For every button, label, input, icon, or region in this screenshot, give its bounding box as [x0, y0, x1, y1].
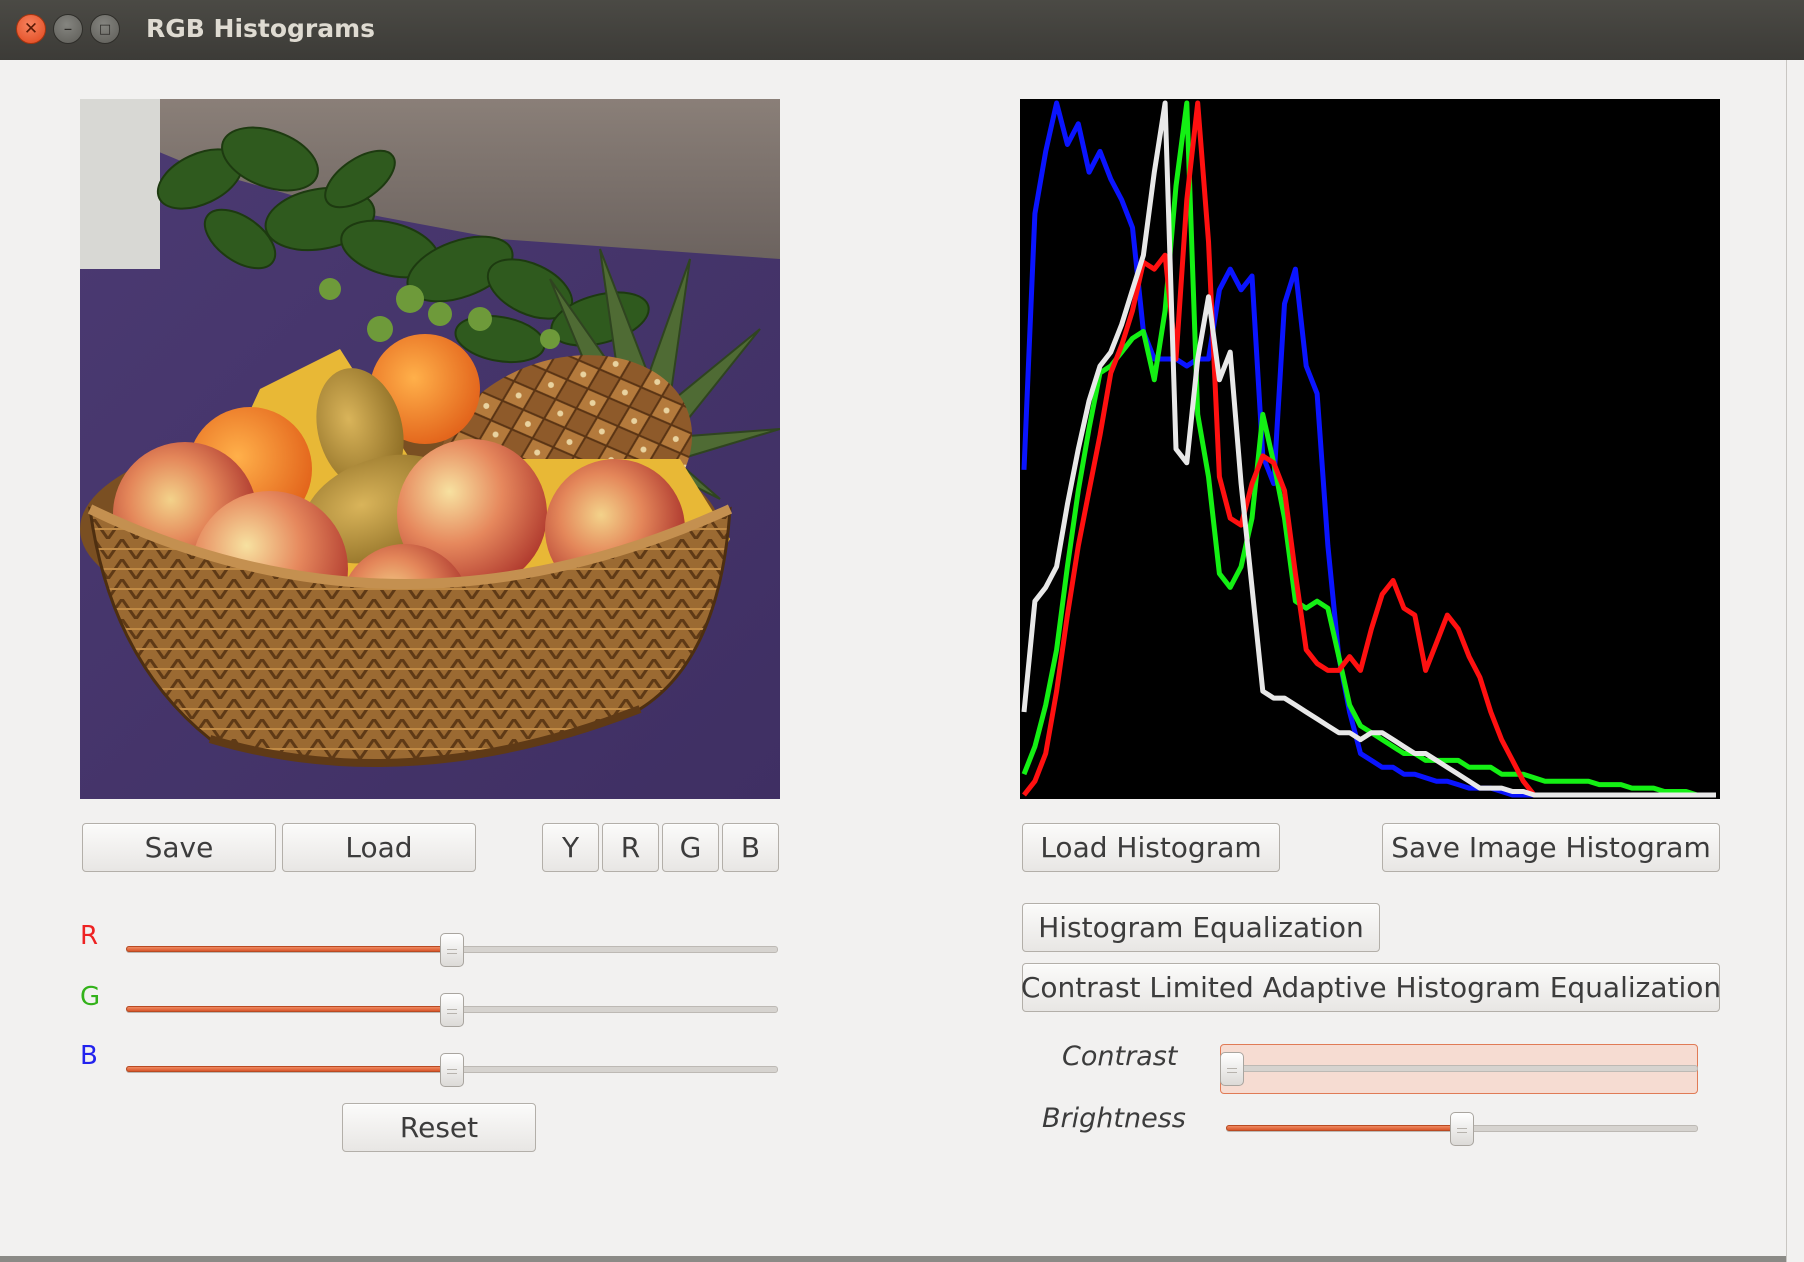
histogram-chart — [1020, 99, 1720, 799]
slider-fill — [1226, 1125, 1462, 1131]
maximize-icon: □ — [98, 21, 112, 37]
slider-handle[interactable] — [440, 1053, 464, 1087]
slider-fill — [126, 1066, 452, 1072]
histogram-series-1 — [1021, 100, 1716, 798]
blue-slider[interactable] — [126, 1053, 778, 1087]
close-window-button[interactable]: ✕ — [16, 14, 46, 44]
fruit-basket-image — [80, 99, 780, 799]
histogram-series-0 — [1021, 100, 1716, 798]
slider-label-b: B — [80, 1041, 98, 1071]
contrast-slider[interactable] — [1220, 1052, 1698, 1086]
slider-fill — [126, 946, 452, 952]
slider-fill — [126, 1006, 452, 1012]
slider-groove — [1232, 1065, 1698, 1072]
brightness-label: Brightness — [1042, 1103, 1186, 1134]
close-icon: ✕ — [23, 18, 39, 39]
slider-label-r: R — [80, 921, 99, 951]
channel-b-button[interactable]: B — [722, 823, 779, 872]
brightness-slider[interactable] — [1226, 1112, 1698, 1146]
load-histogram-button[interactable]: Load Histogram — [1022, 823, 1280, 872]
background-window-edge — [1786, 60, 1804, 1262]
slider-handle[interactable] — [440, 993, 464, 1027]
reset-button[interactable]: Reset — [342, 1103, 536, 1152]
slider-label-g: G — [80, 982, 101, 1012]
histogram-series-2 — [1022, 100, 1716, 798]
save-button[interactable]: Save — [82, 823, 276, 872]
slider-handle[interactable] — [1220, 1052, 1244, 1086]
window-title: RGB Histograms — [146, 14, 376, 43]
histogram-equalization-button[interactable]: Histogram Equalization — [1022, 903, 1380, 952]
channel-g-button[interactable]: G — [662, 823, 719, 872]
image-preview — [80, 99, 780, 799]
window-bottom-edge — [0, 1256, 1786, 1262]
minimize-icon: – — [63, 18, 73, 39]
load-button[interactable]: Load — [282, 823, 476, 872]
clahe-button[interactable]: Contrast Limited Adaptive Histogram Equa… — [1021, 963, 1721, 1012]
contrast-label: Contrast — [1062, 1041, 1178, 1072]
slider-handle[interactable] — [1450, 1112, 1474, 1146]
histogram-series-3 — [1021, 100, 1716, 798]
window-titlebar: ✕ – □ RGB Histograms — [0, 0, 1804, 61]
save-image-histogram-button[interactable]: Save Image Histogram — [1382, 823, 1720, 872]
slider-handle[interactable] — [440, 933, 464, 967]
green-slider[interactable] — [126, 993, 778, 1027]
channel-y-button[interactable]: Y — [542, 823, 599, 872]
maximize-window-button[interactable]: □ — [90, 14, 120, 44]
channel-r-button[interactable]: R — [602, 823, 659, 872]
histogram-plot — [1021, 100, 1716, 798]
minimize-window-button[interactable]: – — [53, 14, 83, 44]
red-slider[interactable] — [126, 933, 778, 967]
